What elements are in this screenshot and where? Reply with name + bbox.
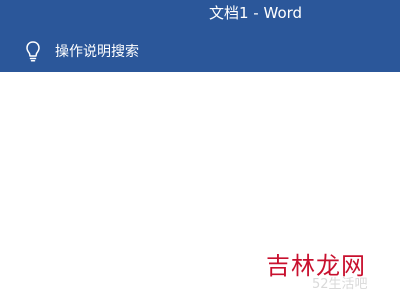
- tell-me-label: 操作说明搜索: [55, 44, 139, 60]
- watermark-subtext: 52生活吧: [312, 277, 368, 292]
- lightbulb-icon: [24, 40, 42, 62]
- ribbon-bar: 文档1 - Word 操作说明搜索: [0, 0, 400, 72]
- window-title: 文档1 - Word: [209, 4, 303, 22]
- tell-me-search[interactable]: 操作说明搜索: [24, 40, 139, 62]
